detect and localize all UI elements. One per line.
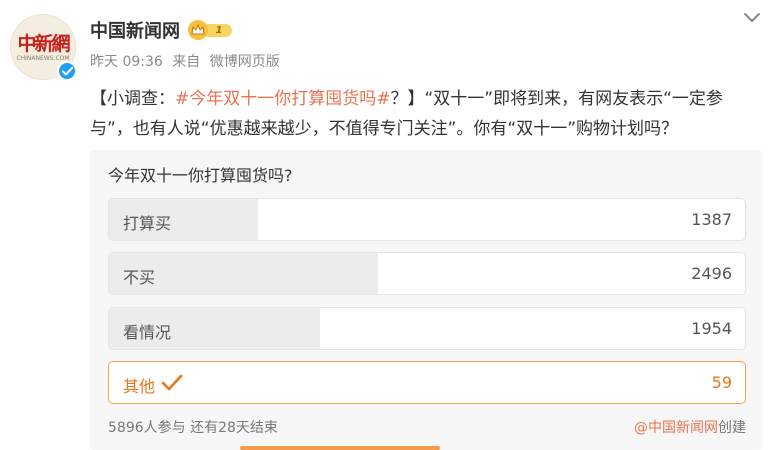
poll-option-count: 1387 — [691, 210, 732, 229]
poll-card: 今年双十一你打算囤货吗? 打算买 1387 不买 2496 看情况 1954 其… — [90, 150, 763, 450]
poll-option-count: 1954 — [691, 319, 732, 338]
poll-title: 今年双十一你打算囤货吗? — [108, 166, 293, 185]
avatar[interactable]: 中新網 CHINANEWS.COM — [10, 14, 78, 82]
member-badge[interactable]: 1 — [188, 20, 236, 40]
creator-link[interactable]: @中国新闻网 — [634, 420, 718, 436]
chevron-down-icon[interactable] — [742, 10, 762, 24]
poll-creator: @中国新闻网创建 — [634, 417, 746, 437]
poll-option-label: 其他 — [123, 377, 156, 396]
post-text-open: 【小调查： — [90, 89, 175, 109]
poll-action-bar[interactable] — [240, 446, 440, 450]
crown-icon — [188, 20, 208, 40]
post-text: 【小调查：#今年双十一你打算囤货吗#？】“双十一”即将到来，有网友表示“一定参与… — [90, 84, 762, 144]
poll-option-count: 59 — [711, 373, 732, 392]
poll-option-buy[interactable]: 打算买 1387 — [108, 198, 746, 241]
post-time[interactable]: 昨天 09:36 — [90, 54, 163, 70]
post-source[interactable]: 微博网页版 — [210, 54, 280, 70]
poll-option-other[interactable]: 其他 59 — [108, 361, 746, 404]
time-remaining: 还有28天结束 — [190, 420, 278, 436]
source-prefix: 来自 — [172, 54, 201, 70]
poll-option-not-buy[interactable]: 不买 2496 — [108, 252, 746, 295]
poll-option-count: 2496 — [691, 264, 732, 283]
participant-count: 5896人参与 — [108, 420, 186, 436]
poll-option-label: 不买 — [123, 268, 156, 287]
poll-option-depends[interactable]: 看情况 1954 — [108, 307, 746, 350]
hashtag-link[interactable]: #今年双十一你打算囤货吗# — [175, 89, 391, 109]
author-name[interactable]: 中国新闻网 — [90, 17, 180, 43]
post-meta: 昨天 09:36 来自 微博网页版 — [90, 51, 285, 71]
poll-option-label: 看情况 — [123, 323, 172, 342]
logo-text: 中新網 — [17, 33, 70, 55]
checkmark-icon — [161, 373, 183, 393]
poll-option-label: 打算买 — [123, 214, 172, 233]
poll-stats: 5896人参与 还有28天结束 — [108, 417, 278, 437]
creator-suffix: 创建 — [718, 420, 746, 436]
verified-check-icon — [57, 61, 77, 81]
